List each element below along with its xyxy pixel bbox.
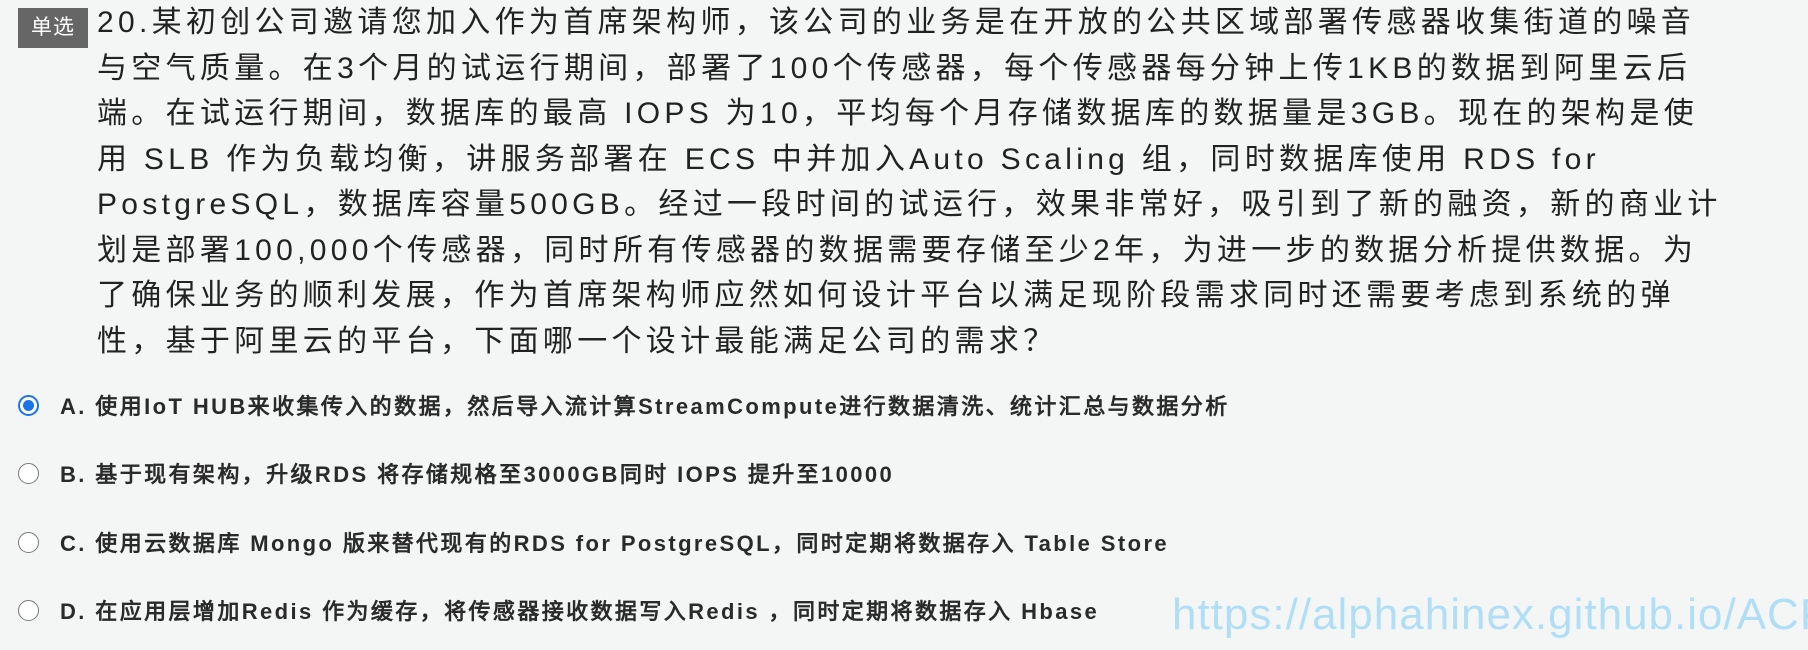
radio-button[interactable] [18,462,39,484]
radio-button[interactable] [18,531,39,553]
option-d[interactable]: D. 在应用层增加Redis 作为缓存，将传感器接收数据写入Redis ，同时定… [18,595,1099,625]
radio-button[interactable] [18,599,39,621]
option-label: A. 使用IoT HUB来收集传入的数据，然后导入流计算StreamComput… [60,394,1230,419]
radio-button-checked[interactable] [18,394,39,416]
question-line: 了确保业务的顺利发展，作为首席架构师应然如何设计平台以满足现阶段需求同时还需要考… [97,279,1675,312]
question-line: 与空气质量。在3个月的试运行期间，部署了100个传感器，每个传感器每分钟上传1K… [97,51,1692,85]
question-text: 20.某初创公司邀请您加入作为首席架构师，该公司的业务是在开放的公共区域部署传感… [97,0,1797,364]
question-line: PostgreSQL，数据库容量500GB。经过一段时间的试运行，效果非常好，吸… [97,188,1722,221]
question-line: 性，基于阿里云的平台，下面哪一个设计最能满足公司的需求？ [97,324,1058,358]
question-line: 20.某初创公司邀请您加入作为首席架构师，该公司的业务是在开放的公共区域部署传感… [97,6,1696,39]
question-line: 划是部署100,000个传感器，同时所有传感器的数据需要存储至少2年，为进一步的… [97,233,1698,267]
option-b[interactable]: B. 基于现有架构，升级RDS 将存储规格至3000GB同时 IOPS 提升至1… [18,458,894,488]
option-label: D. 在应用层增加Redis 作为缓存，将传感器接收数据写入Redis ，同时定… [60,599,1100,624]
option-c[interactable]: C. 使用云数据库 Mongo 版来替代现有的RDS for PostgreSQ… [18,527,1169,557]
question-line: 用 SLB 作为负载均衡，讲服务部署在 ECS 中并加入Auto Scaling… [97,142,1600,176]
option-a[interactable]: A. 使用IoT HUB来收集传入的数据，然后导入流计算StreamComput… [18,390,1230,420]
watermark: https://alphahinex.github.io/ACP [1172,590,1808,639]
question-line: 端。在试运行期间，数据库的最高 IOPS 为10，平均每个月存储数据库的数据量是… [97,97,1699,130]
option-label: B. 基于现有架构，升级RDS 将存储规格至3000GB同时 IOPS 提升至1… [60,462,895,487]
option-label: C. 使用云数据库 Mongo 版来替代现有的RDS for PostgreSQ… [60,531,1170,556]
question-type-badge: 单选 [18,8,88,48]
